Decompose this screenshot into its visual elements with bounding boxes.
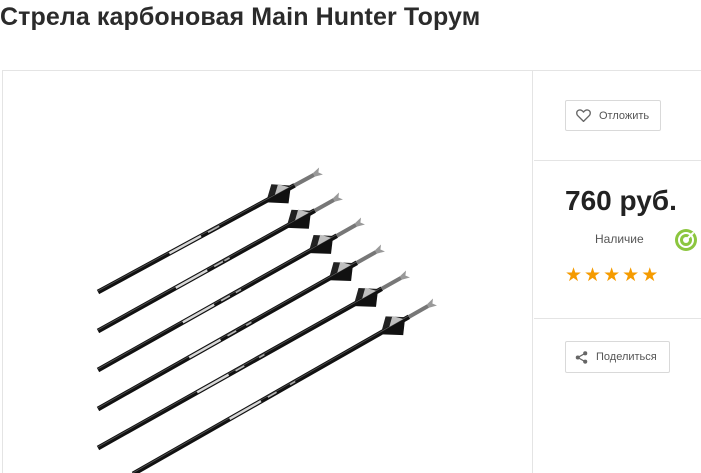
- share-button-label: Поделиться: [596, 351, 657, 363]
- wish-button-label: Отложить: [599, 109, 650, 122]
- share-icon: [575, 350, 588, 364]
- wish-button[interactable]: Отложить: [565, 100, 661, 131]
- availability-status: Наличие: [595, 232, 644, 246]
- star-icon: ★: [603, 265, 621, 286]
- product-card: Отложить 760 руб. Наличие ★ ★ ★ ★ ★ Поделить…: [2, 70, 701, 473]
- target-icon: [675, 229, 697, 251]
- divider: [534, 160, 701, 161]
- product-price: 760 руб.: [565, 185, 677, 216]
- product-gallery[interactable]: [3, 71, 533, 473]
- star-icon: ★: [622, 265, 640, 286]
- page-title: Стрела карбоновая Main Hunter Торум: [0, 3, 481, 31]
- arrows-product-image[interactable]: [3, 71, 533, 473]
- star-icon: ★: [584, 265, 602, 286]
- star-icon: ★: [565, 265, 583, 286]
- rating-stars: ★ ★ ★ ★ ★: [565, 266, 658, 286]
- divider: [534, 318, 701, 319]
- heart-icon: [576, 109, 591, 122]
- product-sidebar: Отложить 760 руб. Наличие ★ ★ ★ ★ ★ Поделить…: [534, 71, 701, 473]
- share-button[interactable]: Поделиться: [565, 341, 670, 373]
- star-icon: ★: [641, 265, 659, 286]
